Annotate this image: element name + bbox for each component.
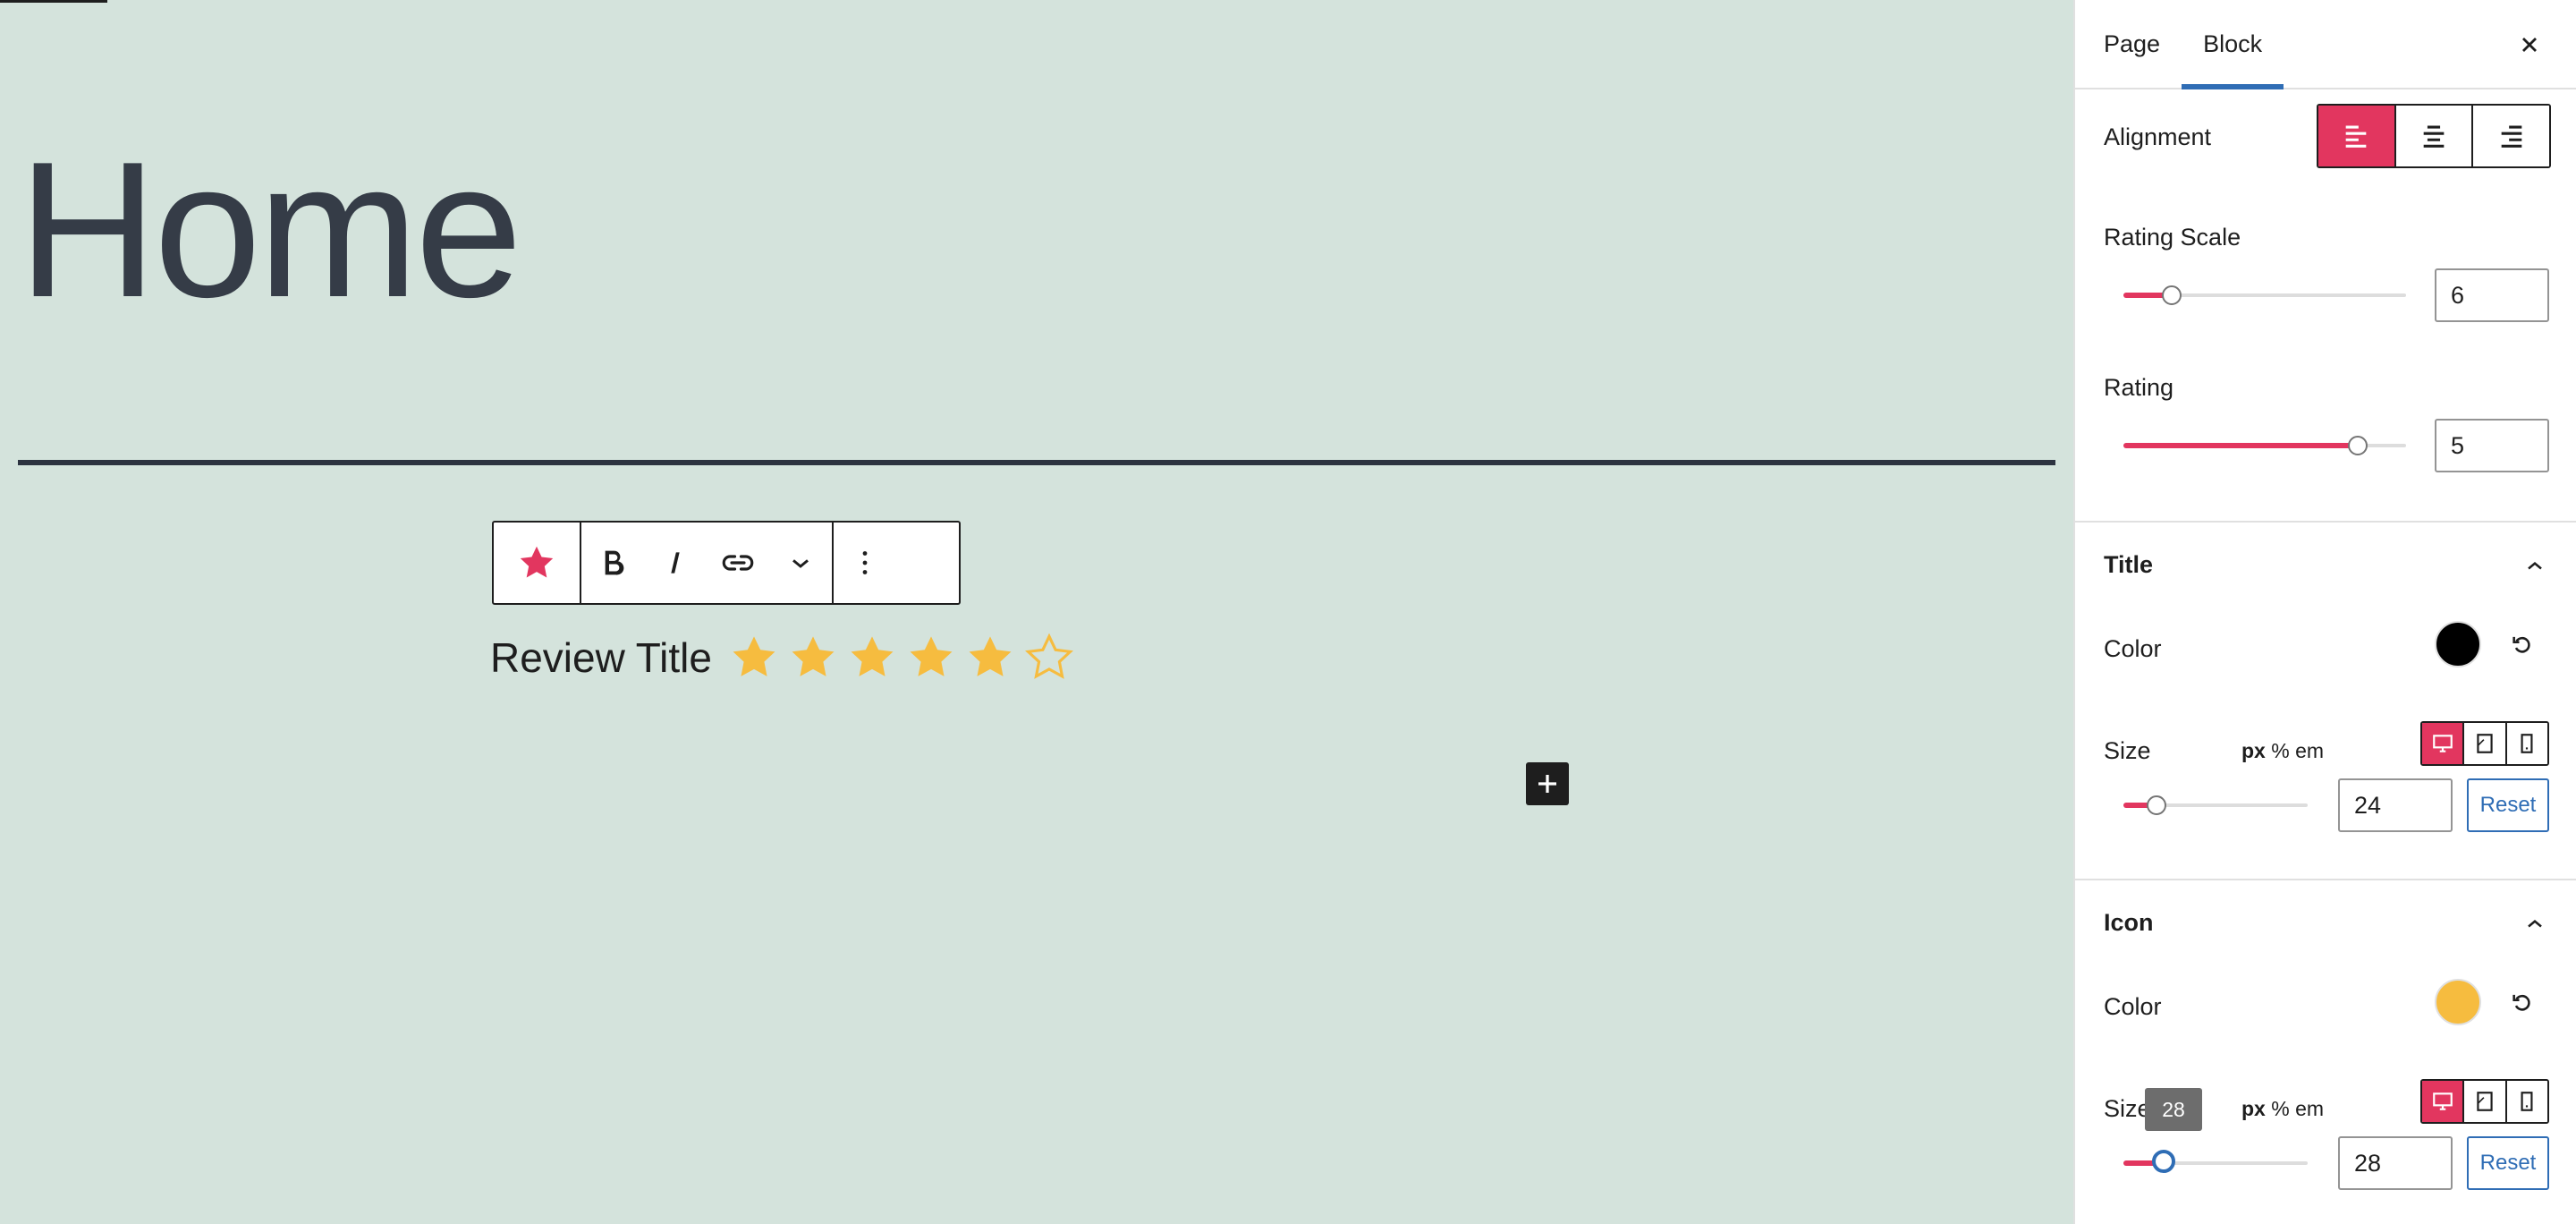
mobile-icon[interactable] — [2504, 1081, 2547, 1122]
title-panel-heading[interactable]: Title — [2104, 551, 2153, 579]
block-toolbar — [492, 521, 961, 605]
separator-block[interactable] — [18, 460, 2055, 465]
page-title[interactable]: Home — [18, 132, 522, 326]
star-filled-icon — [910, 636, 953, 676]
icon-color-swatch[interactable] — [2435, 979, 2481, 1025]
star-empty-icon — [1025, 633, 1073, 679]
rating-scale-slider-thumb[interactable] — [2161, 285, 2182, 305]
chevron-up-icon[interactable] — [2517, 905, 2553, 941]
title-device-switcher — [2420, 721, 2549, 766]
mobile-icon[interactable] — [2504, 723, 2547, 764]
unit-px[interactable]: px — [2241, 739, 2266, 762]
alignment-label: Alignment — [2104, 123, 2212, 150]
star-filled-icon — [851, 636, 894, 676]
icon-size-units: px % em — [2241, 1097, 2324, 1121]
divider — [2075, 879, 2576, 880]
title-size-label: Size — [2104, 737, 2151, 764]
link-icon[interactable] — [707, 523, 769, 603]
star-block-icon[interactable] — [494, 523, 580, 603]
editor-canvas[interactable]: Home Review Title — [0, 0, 2073, 1224]
unit-em[interactable]: em — [2295, 1097, 2324, 1120]
desktop-icon[interactable] — [2422, 723, 2463, 764]
sidebar-tabs: Page Block — [2075, 0, 2576, 89]
rating-scale-input[interactable]: 6 — [2435, 268, 2549, 322]
chevron-down-icon[interactable] — [769, 523, 832, 603]
icon-panel-heading[interactable]: Icon — [2104, 909, 2154, 937]
title-size-reset-button[interactable]: Reset — [2467, 778, 2549, 832]
italic-icon[interactable] — [644, 523, 707, 603]
alignment-control — [2317, 104, 2551, 168]
rating-slider-thumb[interactable] — [2348, 436, 2368, 455]
rating-label: Rating — [2104, 374, 2174, 401]
star-filled-icon — [969, 636, 1012, 676]
reset-color-icon[interactable] — [2506, 986, 2538, 1018]
rating-slider-fill — [2123, 443, 2359, 448]
star-filled-icon — [792, 636, 835, 676]
reset-color-icon[interactable] — [2506, 628, 2538, 660]
chevron-up-icon[interactable] — [2517, 548, 2553, 583]
icon-size-slider-thumb[interactable] — [2152, 1150, 2176, 1173]
align-center-icon[interactable] — [2394, 106, 2472, 166]
more-options-icon[interactable] — [834, 523, 896, 603]
align-right-icon[interactable] — [2471, 106, 2549, 166]
unit-percent[interactable]: % — [2271, 739, 2289, 762]
unit-percent[interactable]: % — [2271, 1097, 2289, 1120]
unit-em[interactable]: em — [2295, 739, 2324, 762]
divider — [2075, 521, 2576, 523]
rating-stars — [728, 632, 1075, 684]
icon-size-label: Size — [2104, 1095, 2151, 1122]
close-icon[interactable] — [2510, 25, 2549, 64]
add-block-button[interactable] — [1526, 762, 1569, 805]
title-color-swatch[interactable] — [2435, 621, 2481, 667]
star-filled-icon — [733, 636, 775, 676]
icon-color-label: Color — [2104, 993, 2162, 1020]
top-indicator — [0, 0, 107, 3]
tab-block[interactable]: Block — [2182, 0, 2284, 89]
title-color-label: Color — [2104, 635, 2162, 662]
tablet-icon[interactable] — [2462, 1081, 2505, 1122]
title-size-units: px % em — [2241, 739, 2324, 763]
title-size-slider-thumb[interactable] — [2147, 795, 2167, 815]
icon-size-input[interactable]: 28 — [2338, 1136, 2453, 1190]
icon-device-switcher — [2420, 1079, 2549, 1124]
tab-page[interactable]: Page — [2082, 0, 2182, 88]
slider-value-tooltip: 28 — [2145, 1088, 2202, 1131]
desktop-icon[interactable] — [2422, 1081, 2463, 1122]
title-size-input[interactable]: 24 — [2338, 778, 2453, 832]
align-left-icon[interactable] — [2318, 106, 2394, 166]
review-title[interactable]: Review Title — [490, 633, 712, 682]
rating-input[interactable]: 5 — [2435, 419, 2549, 472]
settings-sidebar: Page Block Alignment Rating Scale 6 Rati… — [2073, 0, 2576, 1224]
icon-size-reset-button[interactable]: Reset — [2467, 1136, 2549, 1190]
review-block[interactable]: Review Title — [490, 632, 1075, 684]
unit-px[interactable]: px — [2241, 1097, 2266, 1120]
bold-icon[interactable] — [581, 523, 644, 603]
rating-scale-label: Rating Scale — [2104, 224, 2241, 251]
tablet-icon[interactable] — [2462, 723, 2505, 764]
